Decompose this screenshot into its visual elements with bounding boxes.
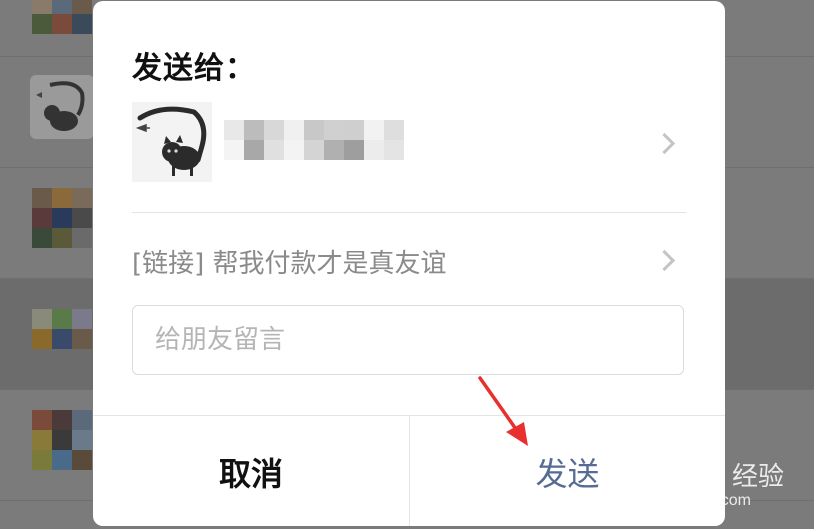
black-cat-avatar-icon (132, 102, 212, 182)
chevron-right-icon (653, 132, 676, 155)
group-avatar (30, 0, 94, 56)
watermark-logo: Bai (622, 452, 672, 488)
cancel-button[interactable]: 取消 (93, 416, 409, 526)
recipient-row[interactable] (132, 102, 686, 182)
group-avatar (30, 297, 94, 361)
group-avatar (30, 186, 94, 250)
cat-avatar (30, 75, 94, 139)
chevron-right-icon (653, 249, 676, 272)
shared-link-row[interactable]: [链接] 帮我付款才是真友谊 (132, 241, 686, 281)
red-arrow-icon (478, 376, 528, 446)
group-avatar (30, 408, 94, 472)
watermark-brand: 经验 (732, 462, 785, 492)
shared-link-title: [链接] 帮我付款才是真友谊 (132, 249, 447, 279)
message-input[interactable] (132, 305, 684, 375)
send-to-dialog: 发送给： [链接] 帮我付款才是真友谊 给朋友留言 取消 发送 (93, 1, 725, 526)
divider (132, 212, 686, 213)
recipient-name-blurred (224, 120, 404, 164)
dialog-title: 发送给： (132, 51, 256, 86)
watermark-url: jingyan.baidu.com (622, 492, 751, 509)
baidu-jingyan-watermark: Bai 经验 jingyan.baidu.com (622, 452, 802, 516)
